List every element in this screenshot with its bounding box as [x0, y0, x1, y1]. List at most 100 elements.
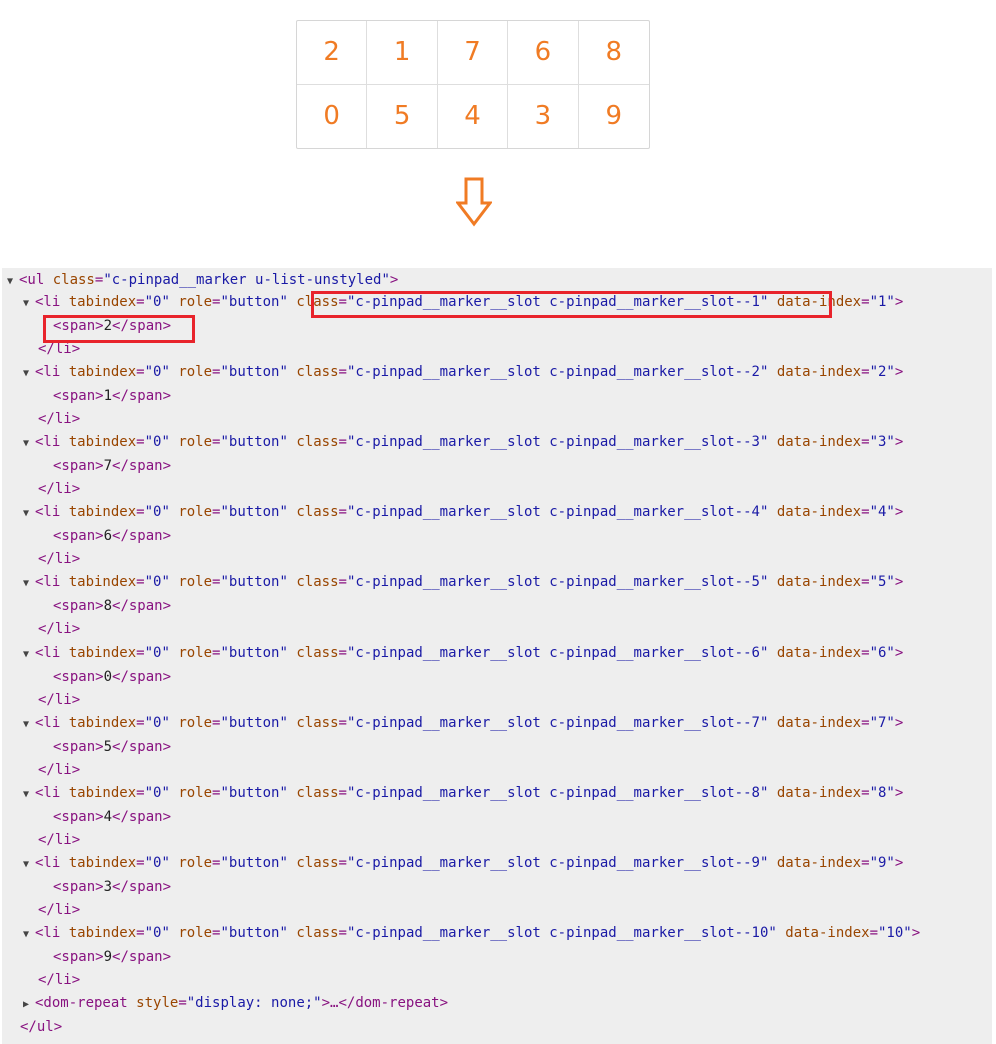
dom-node-li-4[interactable]: ▼ <li tabindex="0" role="button" class="c…: [23, 501, 903, 523]
pinpad-slot-1[interactable]: 2: [297, 21, 368, 85]
equals-sign: =: [861, 364, 870, 381]
collapse-li-icon[interactable]: ▼: [23, 573, 35, 595]
dom-node-ul-open[interactable]: ▼ <ul class="c-pinpad__marker u-list-unst…: [7, 269, 398, 291]
span-close-tag: </span>: [112, 598, 172, 615]
dom-node-span-9[interactable]: <span>3</span>: [53, 876, 171, 898]
dom-node-span-7[interactable]: <span>5</span>: [53, 736, 171, 758]
collapse-li-icon[interactable]: ▼: [23, 714, 35, 736]
role-attr-value: "button": [220, 294, 288, 310]
class-attr-name: class: [296, 574, 339, 591]
collapse-li-icon[interactable]: ▼: [23, 644, 35, 666]
li-open-bracket: >: [911, 924, 921, 941]
tabindex-attr-name: tabindex: [68, 504, 137, 521]
dom-node-span-6[interactable]: <span>0</span>: [53, 666, 171, 688]
class-attr-name: class: [296, 504, 339, 521]
equals-sign: =: [869, 924, 878, 941]
pinpad-slot-9[interactable]: 3: [508, 84, 579, 148]
data-index-attr-value: "4": [869, 504, 895, 521]
span-open-tag: <span>: [53, 808, 104, 825]
collapse-ul-icon[interactable]: ▼: [7, 271, 19, 293]
dom-node-li-5[interactable]: ▼ <li tabindex="0" role="button" class="c…: [23, 571, 903, 593]
dom-node-span-3[interactable]: <span>7</span>: [53, 455, 171, 477]
collapse-li-icon[interactable]: ▼: [23, 854, 35, 876]
dom-node-li-6[interactable]: ▼ <li tabindex="0" role="button" class="c…: [23, 642, 903, 664]
li-open-bracket: >: [894, 784, 904, 801]
dom-node-li-close-6[interactable]: </li>: [38, 689, 80, 711]
pinpad-slot-4[interactable]: 6: [508, 21, 579, 85]
dom-node-span-8[interactable]: <span>4</span>: [53, 806, 171, 828]
dom-node-ul-close[interactable]: </ul>: [20, 1016, 62, 1038]
dom-node-li-close-4[interactable]: </li>: [38, 548, 80, 570]
pinpad-slot-3[interactable]: 7: [437, 21, 509, 85]
collapse-li-icon[interactable]: ▼: [23, 503, 35, 525]
pinpad-slot-7[interactable]: 5: [367, 84, 438, 148]
tabindex-attr-value: "0": [144, 924, 170, 941]
collapse-li-icon[interactable]: ▼: [23, 363, 35, 385]
class-attr-value: "c-pinpad__marker__slot c-pinpad__marker…: [346, 714, 769, 731]
pinpad-slot-5[interactable]: 8: [578, 21, 649, 85]
dom-node-li-7[interactable]: ▼ <li tabindex="0" role="button" class="c…: [23, 712, 903, 734]
ul-class-attr-name: class: [52, 272, 95, 288]
span-close-tag: </span>: [112, 878, 172, 895]
span-text: 4: [103, 808, 113, 825]
pinpad-slot-8[interactable]: 4: [438, 84, 509, 148]
dom-node-span-5[interactable]: <span>8</span>: [53, 595, 171, 617]
dom-node-li-2[interactable]: ▼ <li tabindex="0" role="button" class="c…: [23, 361, 903, 383]
ul-open-bracket: >: [389, 272, 399, 288]
pinpad-slot-6[interactable]: 0: [297, 84, 368, 148]
span-close-tag: </span>: [112, 738, 172, 755]
dom-node-li-close-3[interactable]: </li>: [38, 478, 80, 500]
tabindex-attr-name: tabindex: [68, 784, 137, 801]
dom-node-span-2[interactable]: <span>1</span>: [53, 385, 171, 407]
dom-node-li-close-8[interactable]: </li>: [38, 829, 80, 851]
equals-sign: =: [338, 504, 347, 521]
dom-node-li-8[interactable]: ▼ <li tabindex="0" role="button" class="c…: [23, 782, 903, 804]
li-open-bracket: >: [894, 644, 904, 661]
class-attr-name: class: [296, 434, 339, 451]
li-close-tag: </li>: [38, 691, 81, 708]
dom-node-li-close-10[interactable]: </li>: [38, 969, 80, 991]
dom-node-li-10[interactable]: ▼ <li tabindex="0" role="button" class="c…: [23, 922, 920, 944]
class-attr-value: "c-pinpad__marker__slot c-pinpad__marker…: [346, 504, 769, 521]
dom-node-li-close-2[interactable]: </li>: [38, 408, 80, 430]
dom-node-li-9[interactable]: ▼ <li tabindex="0" role="button" class="c…: [23, 852, 903, 874]
li-close-tag: </li>: [38, 481, 81, 498]
tabindex-attr-name: tabindex: [68, 924, 137, 941]
role-attr-name: role: [178, 294, 213, 310]
collapse-li-icon[interactable]: ▼: [23, 293, 35, 315]
equals-sign: =: [136, 924, 145, 941]
tabindex-attr-name: tabindex: [68, 574, 137, 591]
class-attr-value: "c-pinpad__marker__slot c-pinpad__marker…: [346, 854, 769, 871]
span-close-tag: </span>: [112, 948, 172, 965]
li-open-tag: <li: [35, 504, 69, 521]
li-open-bracket: >: [894, 294, 904, 310]
collapse-li-icon[interactable]: ▼: [23, 433, 35, 455]
tabindex-attr-name: tabindex: [68, 714, 137, 731]
collapse-li-icon[interactable]: ▼: [23, 784, 35, 806]
dom-node-li-3[interactable]: ▼ <li tabindex="0" role="button" class="c…: [23, 431, 903, 453]
expand-dom-repeat-icon[interactable]: ▶: [23, 994, 35, 1016]
pinpad-slot-2[interactable]: 1: [367, 21, 438, 85]
pinpad-slot-10[interactable]: 9: [579, 85, 649, 149]
dom-node-span-10[interactable]: <span>9</span>: [53, 946, 171, 968]
dom-node-li-close-9[interactable]: </li>: [38, 899, 80, 921]
equals-sign: =: [861, 294, 870, 310]
dom-node-li-close-5[interactable]: </li>: [38, 618, 80, 640]
ul-open-tag: <ul: [19, 272, 53, 288]
data-index-attr-value: "2": [869, 364, 895, 381]
span-text: 5: [103, 738, 113, 755]
li-open-tag: <li: [35, 364, 69, 381]
dom-node-dom-repeat[interactable]: ▶ <dom-repeat style="display: none;">…</d…: [23, 992, 448, 1014]
dom-node-span-4[interactable]: <span>6</span>: [53, 525, 171, 547]
collapse-li-icon[interactable]: ▼: [23, 924, 35, 946]
class-attr-name: class: [296, 924, 339, 941]
dom-node-li-close-7[interactable]: </li>: [38, 759, 80, 781]
li-close-tag: </li>: [38, 341, 81, 357]
span-text: 9: [103, 948, 113, 965]
equals-sign: =: [338, 854, 347, 871]
